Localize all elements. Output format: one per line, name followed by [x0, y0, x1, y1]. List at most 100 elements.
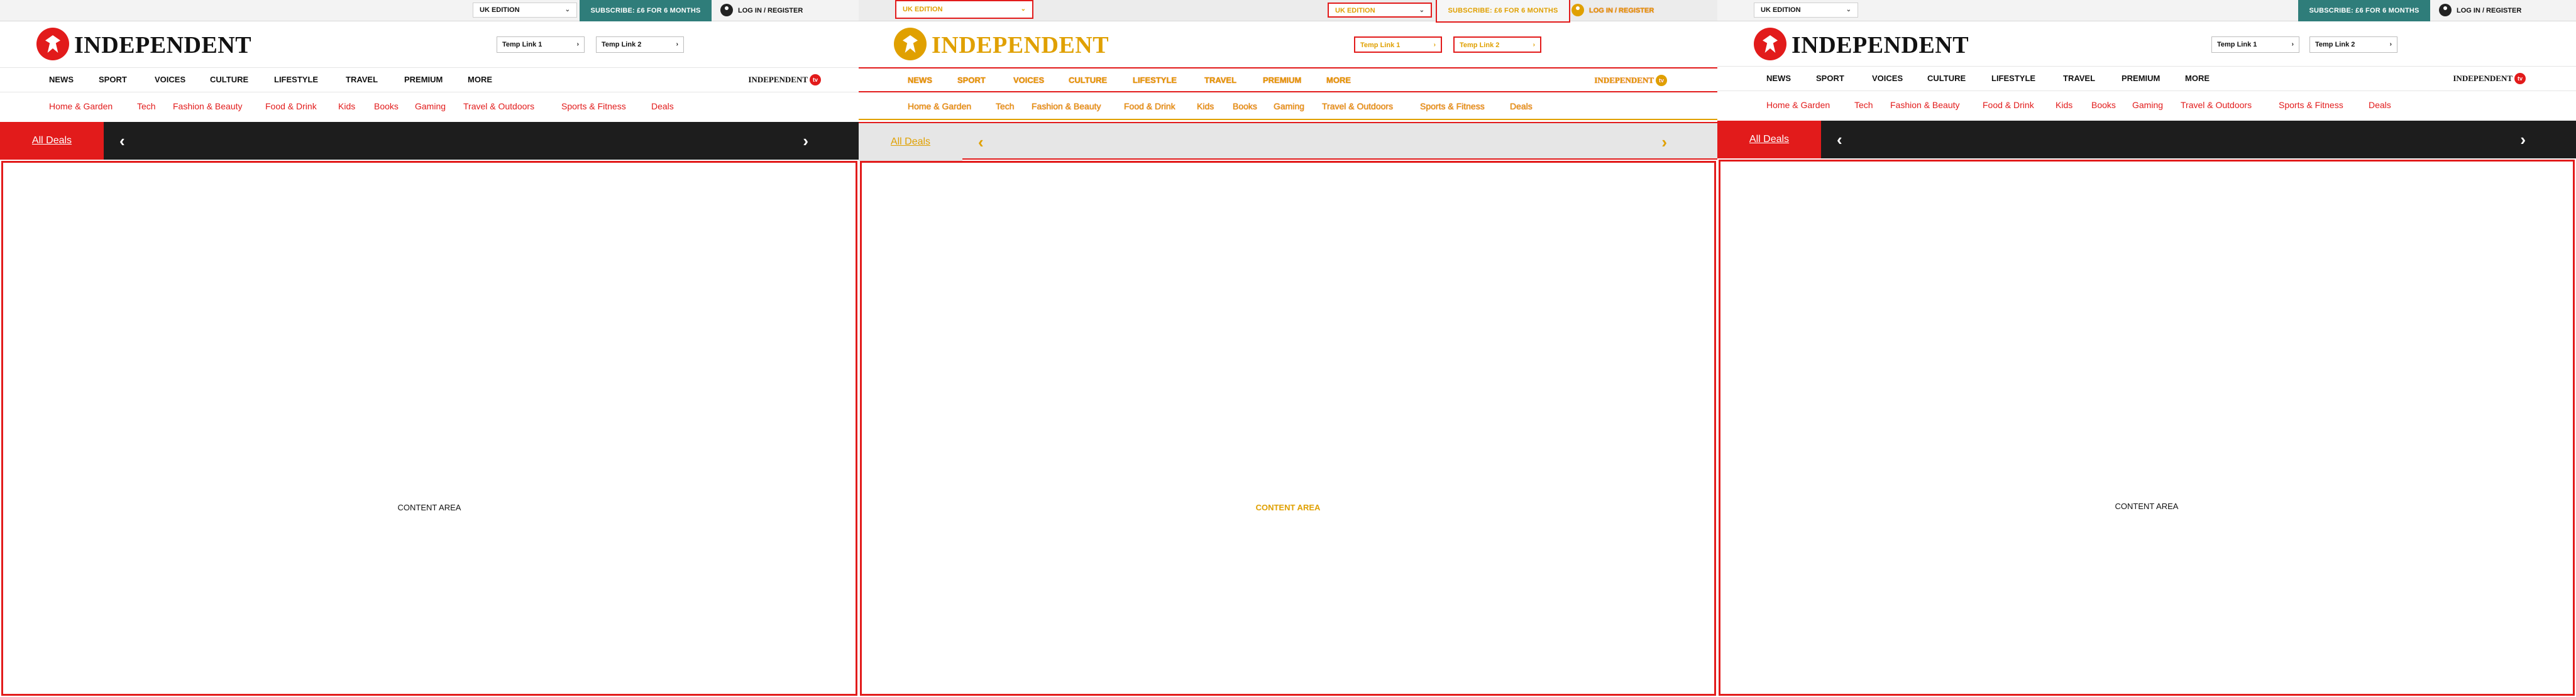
subnav-item-home-garden[interactable]: Home & Garden [908, 92, 971, 120]
subnav-item-food-drink[interactable]: Food & Drink [1124, 92, 1175, 120]
edition-select-left[interactable]: UK EDITION ⌄ [895, 0, 1033, 19]
subnav-item-gaming[interactable]: Gaming [415, 92, 446, 120]
all-deals-link[interactable]: All Deals [0, 122, 104, 160]
subnav-item-food-drink[interactable]: Food & Drink [1983, 91, 2034, 119]
nav-item-news[interactable]: NEWS [908, 69, 932, 92]
subnav-item-fashion-beauty[interactable]: Fashion & Beauty [173, 92, 243, 120]
nav-item-news[interactable]: NEWS [1766, 67, 1791, 91]
nav-item-sport[interactable]: SPORT [99, 68, 127, 92]
nav-item-travel[interactable]: TRAVEL [346, 68, 378, 92]
nav-item-lifestyle[interactable]: LIFESTYLE [1991, 67, 2035, 91]
subnav-item-gaming[interactable]: Gaming [2132, 91, 2163, 119]
chevron-right-icon[interactable]: › [803, 122, 808, 160]
nav-item-culture[interactable]: CULTURE [1927, 67, 1966, 91]
subnav-item-tech[interactable]: Tech [996, 92, 1015, 120]
temp-link-2-label: Temp Link 2 [602, 41, 642, 48]
temp-link-2[interactable]: Temp Link 2 › [2309, 36, 2397, 53]
temp-link-1[interactable]: Temp Link 1 › [1354, 36, 1442, 53]
nav-item-voices[interactable]: VOICES [1013, 69, 1044, 92]
subnav-item-home-garden[interactable]: Home & Garden [1766, 91, 1830, 119]
main-nav: NEWS SPORT VOICES CULTURE LIFESTYLE TRAV… [0, 67, 859, 92]
chevron-down-icon: ⌄ [1846, 6, 1851, 13]
panel-middle: UK EDITION ⌄ UK EDITION ⌄ SUBSCRIBE: £6 … [859, 0, 1717, 697]
subnav-item-books[interactable]: Books [2091, 91, 2116, 119]
temp-link-1[interactable]: Temp Link 1 › [2211, 36, 2299, 53]
subnav-item-home-garden[interactable]: Home & Garden [49, 92, 113, 120]
subnav-item-sports-fitness[interactable]: Sports & Fitness [561, 92, 626, 120]
subnav-item-deals[interactable]: Deals [1510, 92, 1533, 120]
subnav-item-kids[interactable]: Kids [1197, 92, 1214, 120]
subscribe-button[interactable]: SUBSCRIBE: £6 FOR 6 MONTHS [1436, 0, 1570, 23]
temp-link-1[interactable]: Temp Link 1 › [497, 36, 585, 53]
subnav-item-kids[interactable]: Kids [2056, 91, 2072, 119]
nav-item-premium[interactable]: PREMIUM [1263, 69, 1301, 92]
subnav-item-travel-outdoors[interactable]: Travel & Outdoors [1322, 92, 1393, 120]
content-area: CONTENT AREA [1, 161, 857, 696]
logo-wordmark: INDEPENDENT [74, 32, 252, 58]
nav-item-culture[interactable]: CULTURE [1069, 69, 1107, 92]
all-deals-link[interactable]: All Deals [1717, 121, 1821, 158]
subnav-item-travel-outdoors[interactable]: Travel & Outdoors [463, 92, 534, 120]
chevron-right-icon: › [676, 41, 678, 48]
eagle-icon [36, 28, 69, 60]
subnav-item-travel-outdoors[interactable]: Travel & Outdoors [2181, 91, 2252, 119]
chevron-right-icon[interactable]: › [1661, 123, 1667, 161]
nav-item-lifestyle[interactable]: LIFESTYLE [1133, 69, 1177, 92]
top-utility-bar: UK EDITION ⌄ SUBSCRIBE: £6 FOR 6 MONTHS … [0, 0, 859, 21]
edition-label: UK EDITION [1761, 6, 1801, 14]
subnav-item-fashion-beauty[interactable]: Fashion & Beauty [1890, 91, 1960, 119]
chevron-right-icon: › [2389, 41, 2392, 48]
subnav-item-fashion-beauty[interactable]: Fashion & Beauty [1032, 92, 1101, 120]
nav-item-travel[interactable]: TRAVEL [2063, 67, 2095, 91]
tv-label: INDEPENDENT [2453, 74, 2513, 83]
subnav-item-deals[interactable]: Deals [2369, 91, 2391, 119]
subscribe-button[interactable]: SUBSCRIBE: £6 FOR 6 MONTHS [2298, 0, 2430, 21]
nav-item-culture[interactable]: CULTURE [210, 68, 248, 92]
subnav-item-tech[interactable]: Tech [1854, 91, 1873, 119]
independent-tv-link[interactable]: INDEPENDENT tv [2453, 67, 2526, 91]
independent-tv-link[interactable]: INDEPENDENT tv [748, 68, 821, 92]
edition-select[interactable]: UK EDITION ⌄ [1754, 3, 1858, 18]
chevron-left-icon[interactable]: ‹ [978, 123, 984, 161]
nav-item-sport[interactable]: SPORT [957, 69, 986, 92]
chevron-left-icon[interactable]: ‹ [119, 122, 125, 160]
login-link[interactable]: LOG IN / REGISTER [720, 0, 803, 21]
subnav-item-tech[interactable]: Tech [137, 92, 156, 120]
login-link[interactable]: LOG IN / REGISTER [1571, 0, 1654, 21]
all-deals-link[interactable]: All Deals [859, 123, 962, 161]
subnav-item-deals[interactable]: Deals [651, 92, 674, 120]
subnav-item-kids[interactable]: Kids [338, 92, 355, 120]
nav-item-more[interactable]: MORE [468, 68, 492, 92]
chevron-down-icon: ⌄ [1419, 7, 1424, 14]
nav-item-premium[interactable]: PREMIUM [2122, 67, 2160, 91]
main-nav: NEWS SPORT VOICES CULTURE LIFESTYLE TRAV… [859, 67, 1717, 92]
chevron-right-icon: › [1433, 41, 1436, 48]
subnav-item-sports-fitness[interactable]: Sports & Fitness [2279, 91, 2343, 119]
login-link[interactable]: LOG IN / REGISTER [2439, 0, 2521, 21]
nav-item-sport[interactable]: SPORT [1816, 67, 1844, 91]
subnav-item-food-drink[interactable]: Food & Drink [265, 92, 317, 120]
temp-link-1-label: Temp Link 1 [502, 41, 542, 48]
sub-nav: Home & Garden Tech Fashion & Beauty Food… [859, 92, 1717, 120]
edition-select[interactable]: UK EDITION ⌄ [473, 3, 577, 18]
subnav-item-books[interactable]: Books [1233, 92, 1257, 120]
nav-item-more[interactable]: MORE [1326, 69, 1351, 92]
nav-item-voices[interactable]: VOICES [155, 68, 185, 92]
subnav-item-books[interactable]: Books [374, 92, 399, 120]
nav-item-travel[interactable]: TRAVEL [1204, 69, 1236, 92]
subnav-item-gaming[interactable]: Gaming [1274, 92, 1304, 120]
subscribe-button[interactable]: SUBSCRIBE: £6 FOR 6 MONTHS [580, 0, 712, 21]
chevron-right-icon[interactable]: › [2520, 121, 2526, 158]
nav-item-voices[interactable]: VOICES [1872, 67, 1903, 91]
edition-select[interactable]: UK EDITION ⌄ [1328, 3, 1432, 18]
temp-link-2[interactable]: Temp Link 2 › [1453, 36, 1541, 53]
temp-link-2[interactable]: Temp Link 2 › [596, 36, 684, 53]
independent-tv-link[interactable]: INDEPENDENT tv [1594, 69, 1667, 92]
nav-item-news[interactable]: NEWS [49, 68, 74, 92]
nav-item-lifestyle[interactable]: LIFESTYLE [274, 68, 318, 92]
user-icon [720, 4, 733, 17]
nav-item-more[interactable]: MORE [2185, 67, 2210, 91]
nav-item-premium[interactable]: PREMIUM [404, 68, 443, 92]
chevron-left-icon[interactable]: ‹ [1837, 121, 1842, 158]
subnav-item-sports-fitness[interactable]: Sports & Fitness [1420, 92, 1485, 120]
